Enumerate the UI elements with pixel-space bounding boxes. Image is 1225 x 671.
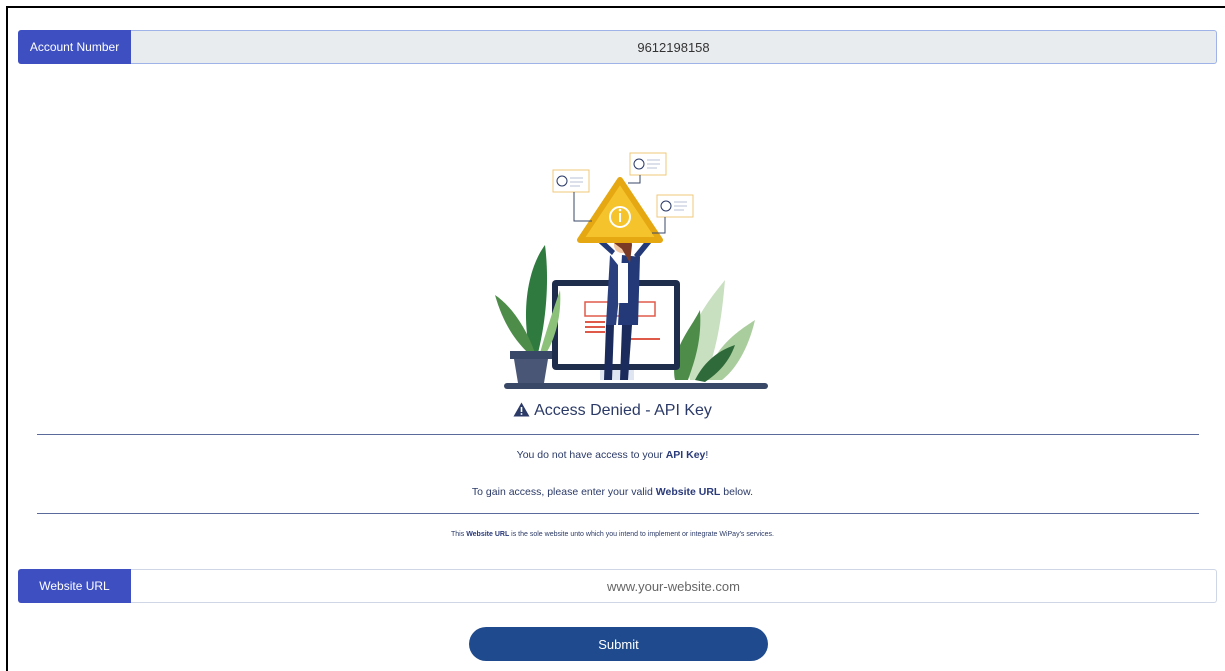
warning-triangle-icon (513, 402, 530, 417)
note-bold: Website URL (466, 531, 510, 538)
line1-prefix: You do not have access to your (516, 449, 666, 461)
info-card-right (652, 194, 694, 234)
divider-bottom (37, 513, 1199, 514)
right-plant (674, 280, 755, 382)
note-prefix: This (451, 531, 467, 538)
left-plant (495, 245, 561, 383)
line2-suffix: below. (720, 486, 754, 498)
account-number-group: Account Number (18, 30, 1217, 64)
website-url-label: Website URL (18, 569, 131, 603)
submit-button[interactable]: Submit (469, 627, 768, 661)
line2-prefix: To gain access, please enter your valid (471, 486, 656, 498)
note-suffix: is the sole website unto which you inten… (509, 531, 774, 538)
warning-sign (577, 177, 663, 243)
website-url-input[interactable] (131, 569, 1217, 603)
line2-bold: Website URL (655, 486, 721, 498)
website-url-group: Website URL (18, 569, 1217, 603)
info-card-left (552, 169, 592, 222)
account-number-label: Account Number (18, 30, 131, 64)
divider-top (37, 434, 1199, 435)
access-denied-illustration (495, 152, 768, 389)
account-number-field[interactable] (131, 30, 1217, 64)
line1-bold: API Key (665, 449, 706, 461)
message-line-1: You do not have access to your API Key! (0, 449, 1225, 461)
access-denied-title: Access Denied - API Key (0, 402, 1225, 420)
message-line-2: To gain access, please enter your valid … (0, 486, 1225, 498)
title-text: Access Denied - API Key (534, 402, 712, 419)
line1-suffix: ! (705, 449, 709, 461)
info-card-top (628, 152, 667, 184)
website-url-note: This Website URL is the sole website unt… (0, 531, 1225, 538)
floor-line (504, 383, 768, 389)
